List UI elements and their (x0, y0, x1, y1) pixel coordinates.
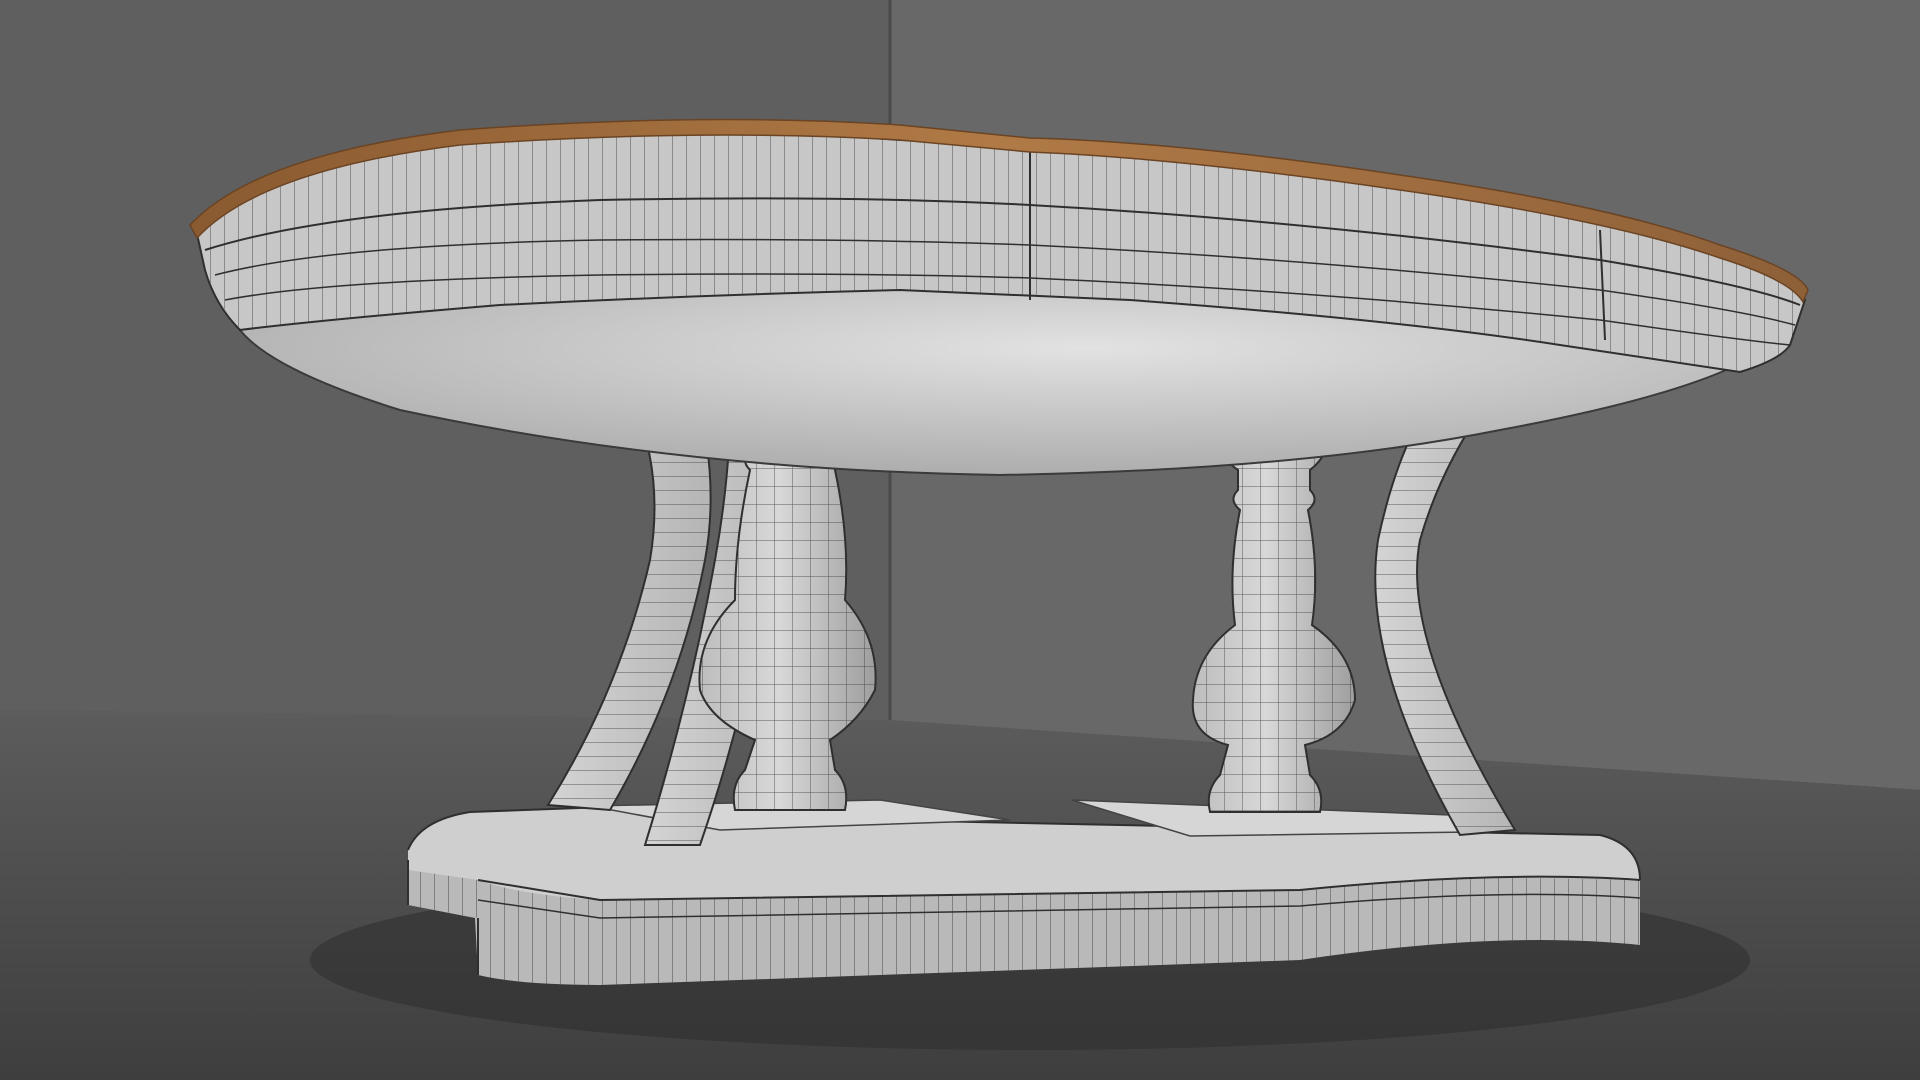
render-viewport (0, 0, 1920, 1080)
